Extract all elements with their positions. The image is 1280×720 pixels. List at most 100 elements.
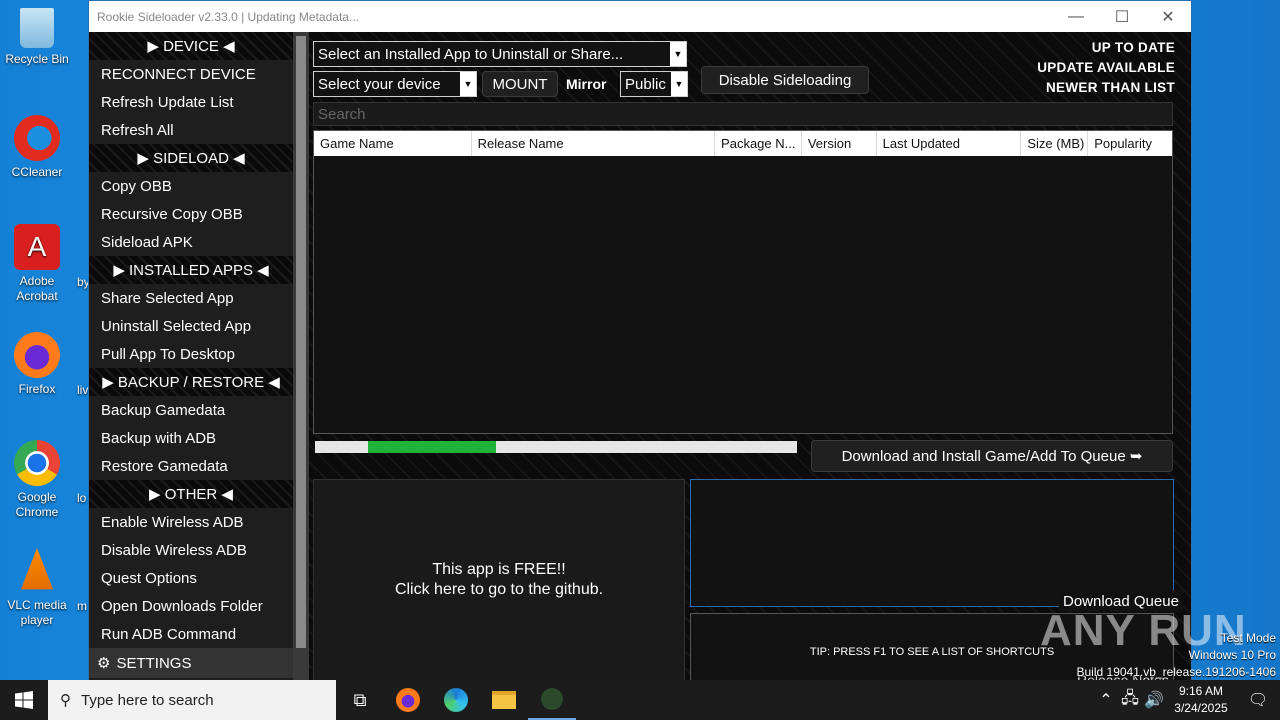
installed-app-select[interactable]: Select an Installed App to Uninstall or … [313, 41, 687, 67]
clock[interactable]: 9:16 AM 3/24/2025 [1166, 683, 1236, 717]
windows-icon [15, 691, 33, 709]
chrome-icon [14, 440, 60, 486]
sidebar-header-device[interactable]: ▶ DEVICE ◀ [89, 32, 293, 60]
scrollbar-thumb[interactable] [296, 36, 306, 648]
main-panel: Select an Installed App to Uninstall or … [309, 32, 1191, 691]
sidebar-item-backup-gamedata[interactable]: Backup Gamedata [89, 396, 293, 424]
sidebar-item-run-adb-command[interactable]: Run ADB Command [89, 620, 293, 648]
mount-button[interactable]: MOUNT [482, 71, 558, 97]
taskbar-edge[interactable] [432, 680, 480, 720]
chevron-up-icon[interactable]: ⌃ [1094, 690, 1118, 710]
play-icon: ▶ [113, 262, 130, 279]
desktop-icon-acrobat[interactable]: A Adobe Acrobat [4, 224, 70, 304]
collapse-icon: ◀ [252, 262, 269, 279]
column-size[interactable]: Size (MB) [1021, 131, 1089, 156]
mirror-label: Mirror [566, 76, 607, 92]
maximize-button[interactable]: ☐ [1099, 1, 1145, 32]
download-install-button[interactable]: Download and Install Game/Add To Queue ➥ [811, 440, 1173, 472]
folder-icon [492, 691, 516, 709]
taskbar-file-explorer[interactable] [480, 680, 528, 720]
sidebar-scrollbar[interactable] [293, 32, 309, 681]
sidebar-header-sideload[interactable]: ▶ SIDELOAD ◀ [89, 144, 293, 172]
desktop-icon-chrome[interactable]: Google Chrome [4, 440, 70, 520]
rookie-icon [541, 688, 563, 710]
free-notice: This app is FREE!! [432, 561, 566, 578]
edge-icon [444, 688, 468, 712]
disable-sideloading-button[interactable]: Disable Sideloading [701, 66, 869, 94]
title-bar[interactable]: Rookie Sideloader v2.33.0 | Updating Met… [89, 1, 1191, 32]
download-queue-list[interactable] [690, 479, 1174, 607]
sidebar-item-disable-wireless-adb[interactable]: Disable Wireless ADB [89, 536, 293, 564]
game-list-table[interactable]: Game Name Release Name Package N... Vers… [313, 130, 1173, 434]
play-icon: ▶ [102, 374, 118, 391]
sidebar-item-pull-app-to-desktop[interactable]: Pull App To Desktop [89, 340, 293, 368]
desktop-icon-vlc[interactable]: VLC media player [4, 548, 70, 628]
collapse-icon: ◀ [217, 486, 233, 503]
sidebar-item-reconnect-device[interactable]: RECONNECT DEVICE [89, 60, 293, 88]
column-version[interactable]: Version [802, 131, 877, 156]
play-icon: ▶ [147, 38, 164, 55]
sidebar-item-quest-options[interactable]: Quest Options [89, 564, 293, 592]
firefox-icon [14, 332, 60, 378]
column-release-name[interactable]: Release Name [472, 131, 716, 156]
sidebar-item-recursive-copy-obb[interactable]: Recursive Copy OBB [89, 200, 293, 228]
search-icon: ⚲ [60, 692, 71, 709]
notification-icon[interactable]: 🗨 [1236, 690, 1280, 710]
device-select[interactable]: Select your device ▼ [313, 71, 477, 97]
taskbar: ⚲ Type here to search ⧉ ⌃ 🖧 🔊 9:16 AM 3/… [0, 680, 1280, 720]
taskbar-firefox[interactable] [384, 680, 432, 720]
sidebar-header-backup-restore[interactable]: ▶ BACKUP / RESTORE ◀ [89, 368, 293, 396]
taskbar-rookie[interactable] [528, 680, 576, 720]
recycle-bin-icon [20, 8, 54, 48]
desktop-icon-recycle-bin[interactable]: Recycle Bin [4, 8, 70, 67]
vlc-icon [20, 548, 54, 590]
desktop-cut-label: m [77, 599, 87, 613]
desktop-icon-firefox[interactable]: Firefox [4, 332, 70, 397]
sidebar-item-copy-obb[interactable]: Copy OBB [89, 172, 293, 200]
progress-fill [368, 441, 496, 453]
collapse-icon: ◀ [264, 374, 280, 391]
window-title: Rookie Sideloader v2.33.0 | Updating Met… [97, 9, 359, 24]
settings-button[interactable]: ⚙ SETTINGS [89, 648, 293, 678]
column-last-updated[interactable]: Last Updated [877, 131, 1022, 156]
taskbar-search[interactable]: ⚲ Type here to search [48, 680, 336, 720]
sidebar-item-share-selected-app[interactable]: Share Selected App [89, 284, 293, 312]
collapse-icon: ◀ [228, 150, 245, 167]
column-game-name[interactable]: Game Name [314, 131, 472, 156]
app-window: Rookie Sideloader v2.33.0 | Updating Met… [88, 0, 1192, 691]
search-input[interactable]: Search [313, 102, 1173, 126]
start-button[interactable] [0, 680, 48, 720]
status-up-to-date: UP TO DATE [1091, 40, 1175, 55]
sidebar: ▶ DEVICE ◀ RECONNECT DEVICE Refresh Upda… [89, 32, 293, 681]
status-newer-than-list: NEWER THAN LIST [1046, 80, 1175, 95]
table-header: Game Name Release Name Package N... Vers… [314, 131, 1172, 156]
github-link-panel[interactable]: This app is FREE!! Click here to go to t… [313, 479, 685, 681]
sidebar-item-restore-gamedata[interactable]: Restore Gamedata [89, 452, 293, 480]
network-icon[interactable]: 🖧 [1118, 687, 1142, 714]
sidebar-item-open-downloads-folder[interactable]: Open Downloads Folder [89, 592, 293, 620]
dropdown-arrow-icon: ▼ [671, 72, 687, 96]
sidebar-item-enable-wireless-adb[interactable]: Enable Wireless ADB [89, 508, 293, 536]
sidebar-header-installed-apps[interactable]: ▶ INSTALLED APPS ◀ [89, 256, 293, 284]
sidebar-item-refresh-update-list[interactable]: Refresh Update List [89, 88, 293, 116]
column-popularity[interactable]: Popularity [1088, 131, 1172, 156]
sidebar-item-backup-with-adb[interactable]: Backup with ADB [89, 424, 293, 452]
sidebar-item-refresh-all[interactable]: Refresh All [89, 116, 293, 144]
firefox-icon [396, 688, 420, 712]
github-link-text: Click here to go to the github. [394, 581, 604, 598]
gear-icon: ⚙ [97, 655, 111, 672]
sidebar-item-sideload-apk[interactable]: Sideload APK [89, 228, 293, 256]
dropdown-arrow-icon: ▼ [670, 42, 686, 66]
sidebar-header-other[interactable]: ▶ OTHER ◀ [89, 480, 293, 508]
column-package-name[interactable]: Package N... [715, 131, 802, 156]
desktop-icon-ccleaner[interactable]: CCleaner [4, 115, 70, 180]
dropdown-arrow-icon: ▼ [460, 72, 476, 96]
sidebar-item-uninstall-selected-app[interactable]: Uninstall Selected App [89, 312, 293, 340]
task-view-button[interactable]: ⧉ [336, 680, 384, 720]
volume-icon[interactable]: 🔊 [1142, 690, 1166, 710]
mirror-select[interactable]: Public ▼ [620, 71, 688, 97]
collapse-icon: ◀ [218, 38, 235, 55]
minimize-button[interactable]: — [1053, 1, 1099, 32]
close-button[interactable]: ✕ [1145, 1, 1191, 32]
desktop-cut-label: lo [77, 491, 87, 505]
